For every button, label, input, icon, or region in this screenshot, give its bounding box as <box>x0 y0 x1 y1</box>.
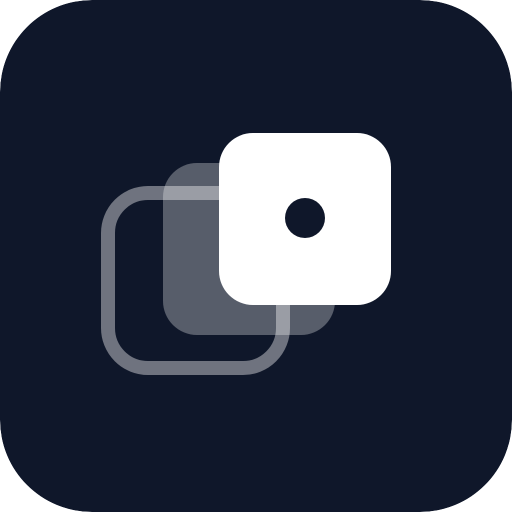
app-icon-graphic <box>0 0 512 512</box>
app-icon[interactable] <box>0 0 512 512</box>
center-dot-icon <box>285 198 325 238</box>
